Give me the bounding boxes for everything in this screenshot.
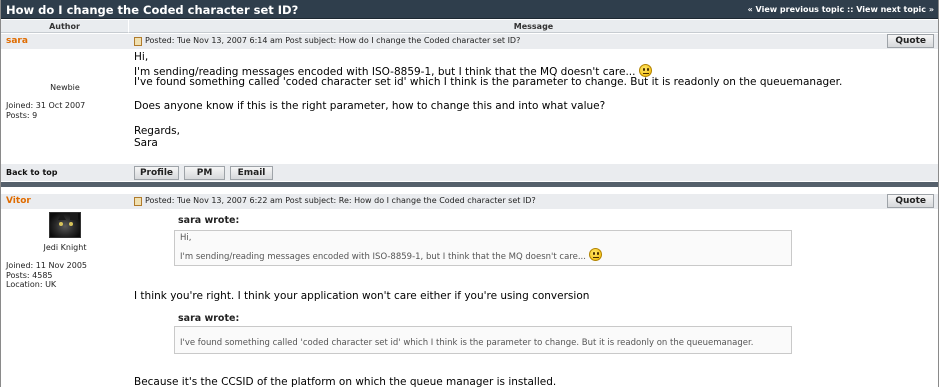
post-header-row: sara Posted: Tue Nov 13, 2007 6:14 am Po… [1, 34, 938, 49]
post-header-row: Vitor Posted: Tue Nov 13, 2007 6:22 am P… [1, 194, 938, 209]
quote-button[interactable]: Quote [887, 34, 934, 48]
topic-title[interactable]: How do I change the Coded character set … [6, 3, 298, 17]
author-joined: Joined: 31 Oct 2007 [6, 101, 86, 110]
quote-line: Hi, [180, 233, 192, 243]
post-body-line: Does anyone know if this is the right pa… [134, 100, 606, 112]
post-body-line: Sara [134, 137, 158, 149]
quote-line: I've found something called 'coded chara… [180, 338, 754, 348]
quote-box: Hi, I'm sending/reading messages encoded… [174, 230, 792, 266]
forum-topic: How do I change the Coded character set … [0, 0, 939, 387]
email-button[interactable]: Email [230, 166, 273, 180]
post-author-name[interactable]: sara [6, 36, 28, 46]
post-icon [134, 197, 142, 206]
topic-header-bar: How do I change the Coded character set … [1, 0, 938, 19]
post-body-line: Hi, [134, 51, 149, 63]
post-body-line: Regards, [134, 125, 180, 137]
author-rank: Newbie [50, 83, 80, 92]
author-location: Location: UK [6, 280, 57, 289]
column-header-author: Author [1, 20, 129, 33]
quote-line: I'm sending/reading messages encoded wit… [180, 252, 586, 262]
post-separator [1, 182, 938, 187]
quote-author-label: sara wrote: [178, 313, 240, 324]
post-footer-row: Back to top Profile PM Email [1, 164, 938, 181]
post-author-profile: Newbie Joined: 31 Oct 2007 Posts: 9 [1, 50, 129, 163]
avatar [49, 212, 81, 238]
author-rank: Jedi Knight [43, 243, 87, 252]
reply-text: Because it's the CCSID of the platform o… [134, 376, 557, 387]
post-author-name[interactable]: Vitor [6, 196, 31, 206]
quote-box: I've found something called 'coded chara… [174, 326, 792, 354]
pm-button[interactable]: PM [184, 166, 225, 180]
quote-button[interactable]: Quote [887, 194, 934, 208]
author-joined: Joined: 11 Nov 2005 [6, 261, 88, 270]
reply-text: I think you're right. I think your appli… [134, 290, 590, 302]
quote-author-label: sara wrote: [178, 215, 240, 226]
author-post-count: Posts: 9 [6, 111, 38, 120]
post-meta: Posted: Tue Nov 13, 2007 6:14 am Post su… [145, 36, 521, 45]
post-body-line: I've found something called 'coded chara… [134, 76, 843, 88]
profile-button[interactable]: Profile [134, 166, 179, 180]
topic-navigation[interactable]: « View previous topic :: View next topic… [748, 5, 934, 14]
confused-smiley-icon [588, 248, 602, 261]
post-meta: Posted: Tue Nov 13, 2007 6:22 am Post su… [145, 196, 536, 205]
column-header-message: Message [129, 20, 938, 33]
back-to-top-link[interactable]: Back to top [6, 168, 58, 177]
quote-line-with-smiley: I'm sending/reading messages encoded wit… [180, 248, 786, 263]
post-icon [134, 37, 142, 46]
